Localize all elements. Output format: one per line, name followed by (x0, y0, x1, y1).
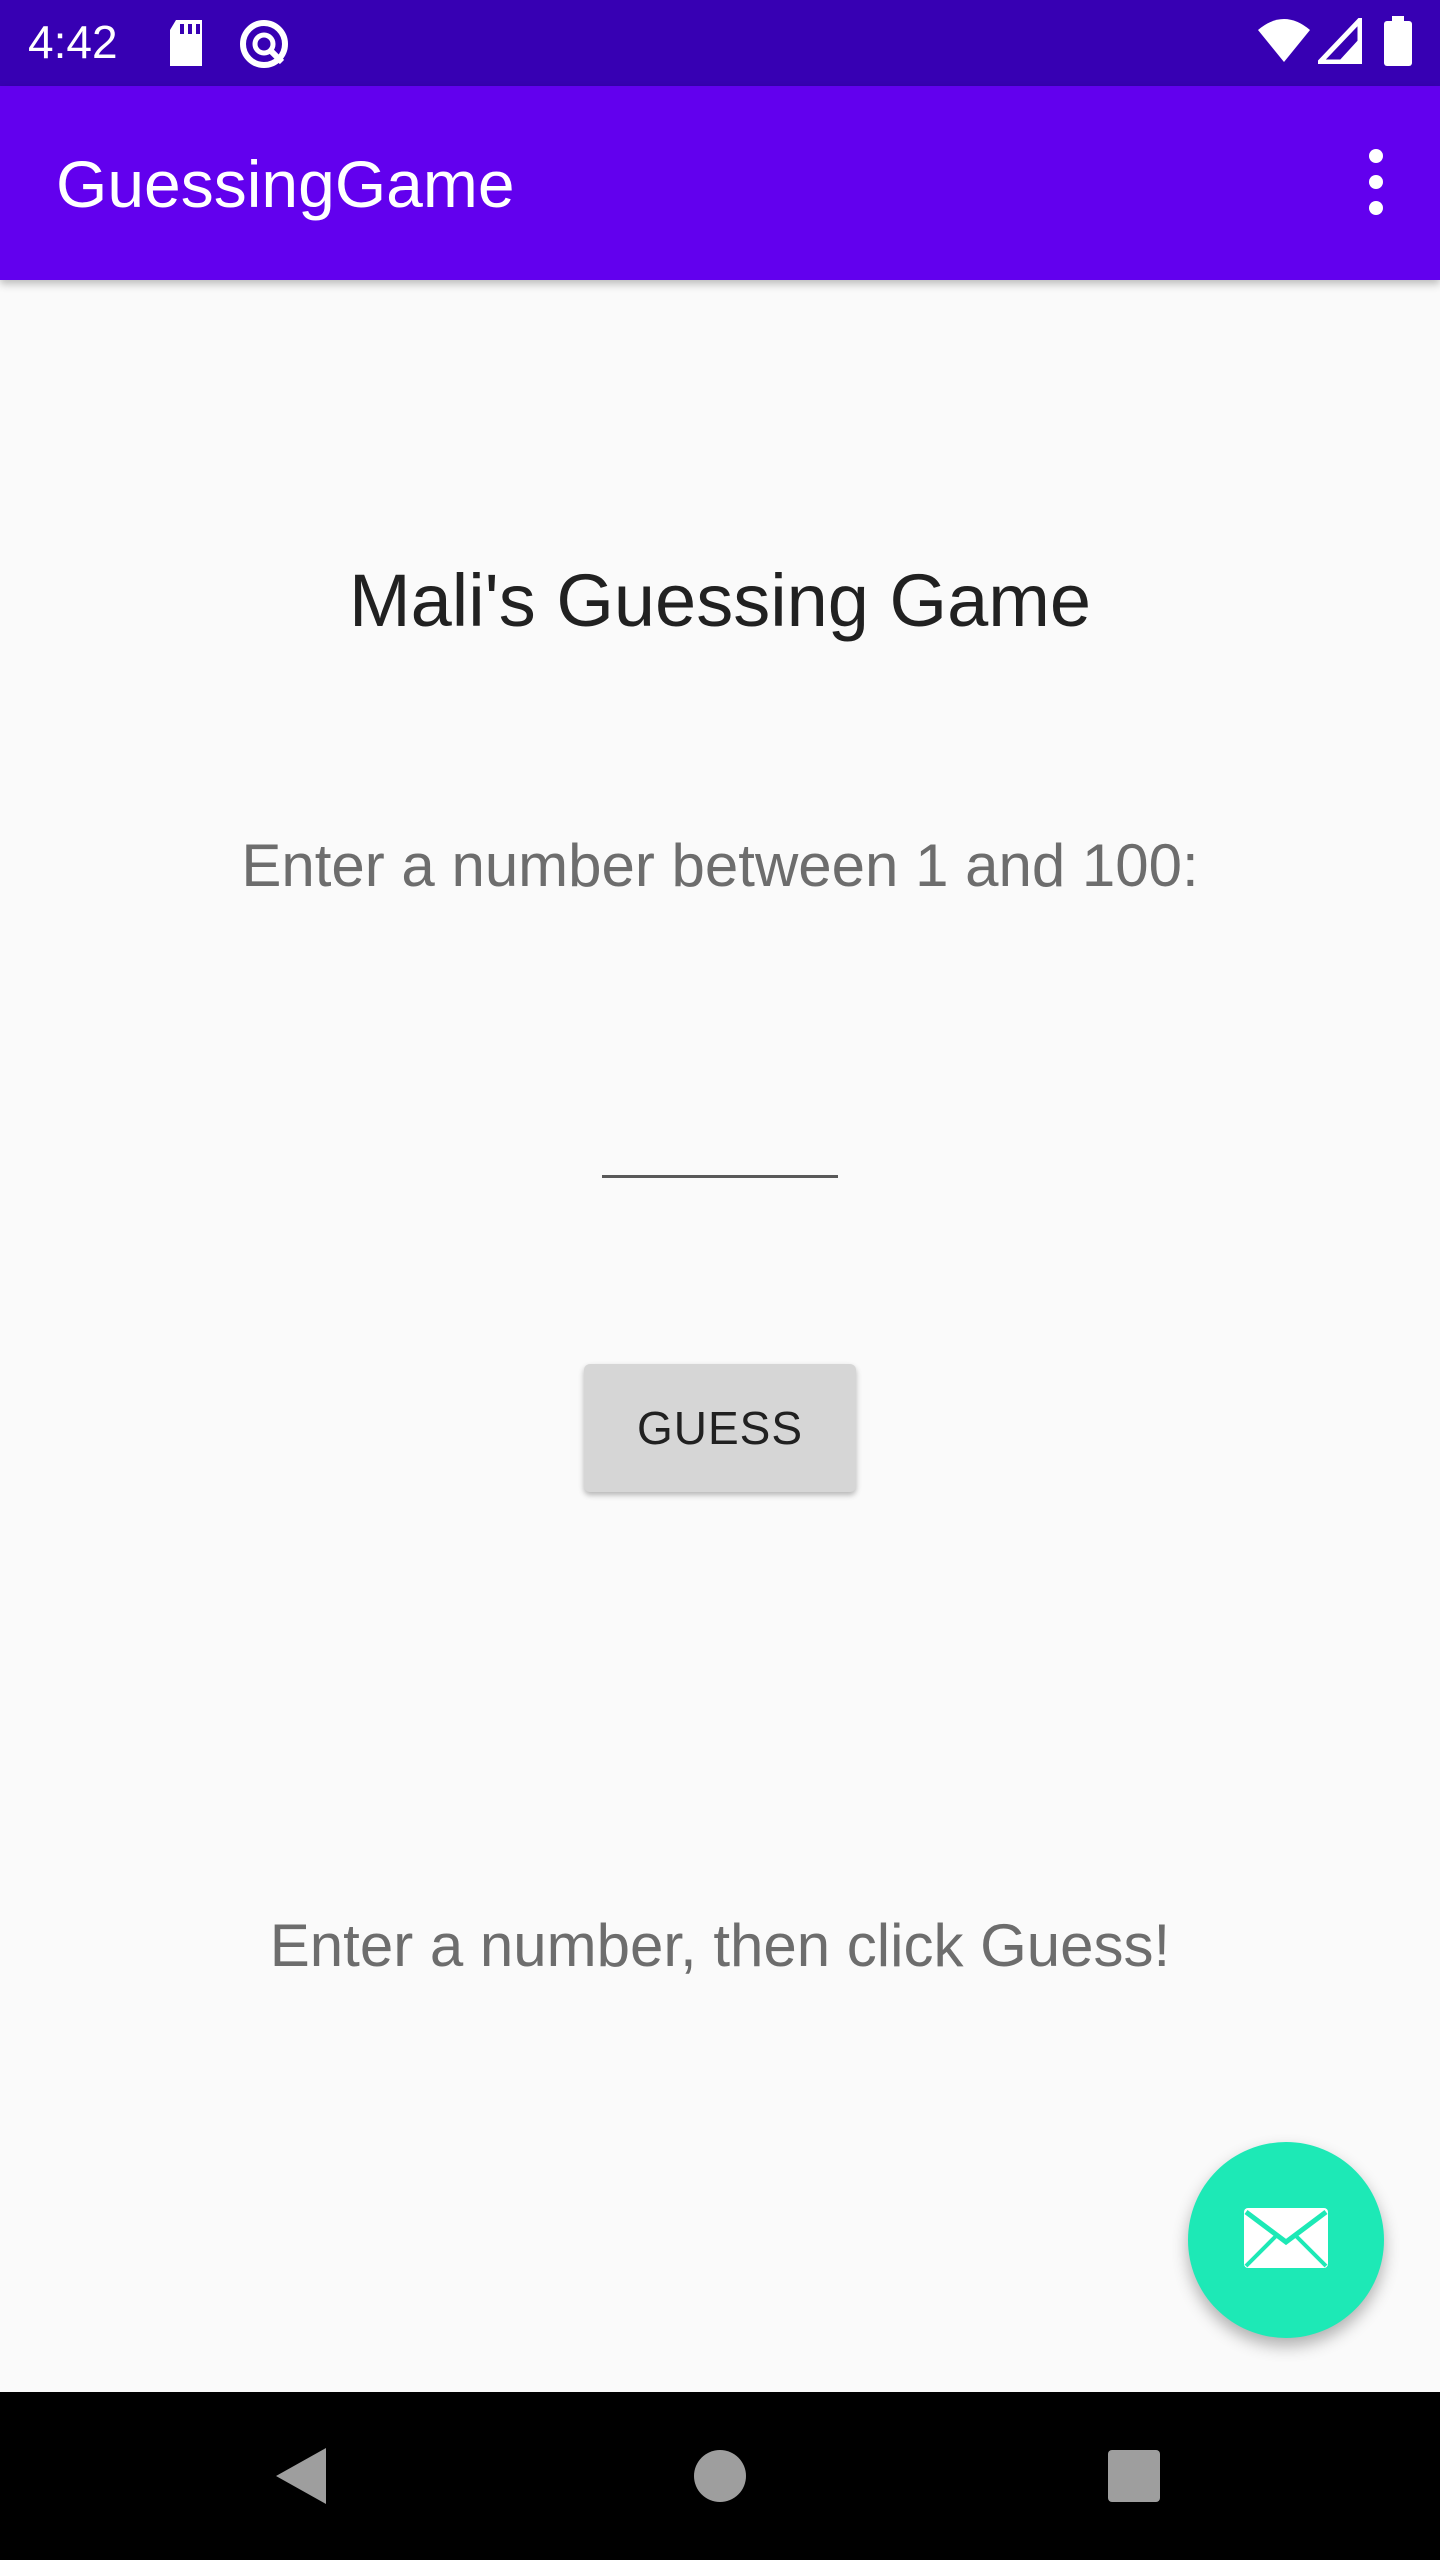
status-bar: 4:42 (0, 0, 1440, 86)
home-icon[interactable] (678, 2434, 762, 2518)
email-icon (1242, 2206, 1330, 2275)
sd-card-icon (166, 18, 206, 73)
main-content: Mali's Guessing Game Enter a number betw… (0, 280, 1440, 2392)
signal-icon (1314, 13, 1363, 69)
guess-button[interactable]: GUESS (584, 1364, 856, 1492)
accessibility-icon (238, 18, 290, 75)
navigation-bar (0, 2392, 1440, 2560)
wifi-icon (1256, 16, 1312, 69)
app-bar: GuessingGame (0, 86, 1440, 280)
result-message: Enter a number, then click Guess! (269, 1912, 1171, 1979)
number-prompt-label: Enter a number between 1 and 100: (241, 832, 1199, 899)
app-title: GuessingGame (56, 147, 515, 221)
email-fab-button[interactable] (1188, 2142, 1384, 2338)
page-title: Mali's Guessing Game (348, 559, 1092, 642)
back-icon[interactable] (258, 2434, 342, 2518)
number-input[interactable] (602, 1078, 838, 1178)
status-time: 4:42 (28, 16, 118, 68)
battery-icon (1384, 16, 1412, 71)
recents-icon[interactable] (1092, 2434, 1176, 2518)
more-vert-icon[interactable] (1346, 142, 1406, 222)
